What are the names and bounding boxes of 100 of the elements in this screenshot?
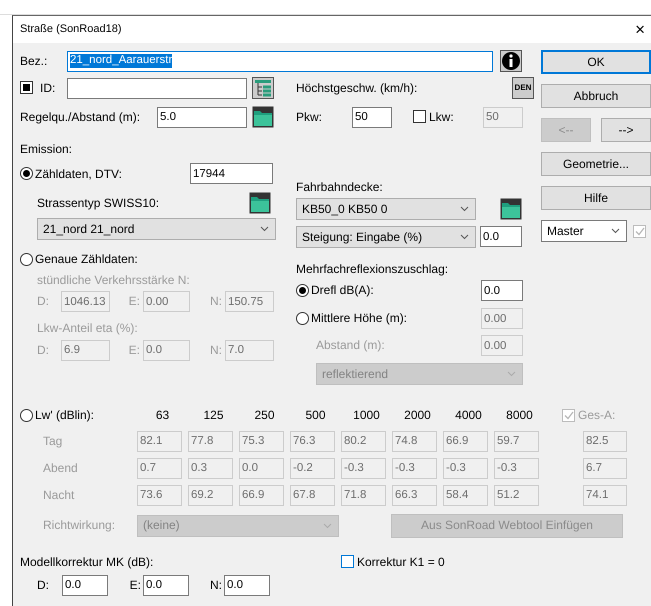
window-title: Straße (SonRoad18) bbox=[20, 22, 122, 36]
input-field[interactable]: 0.0 bbox=[62, 574, 108, 596]
field-label: E: bbox=[128, 342, 141, 358]
caret-icon bbox=[260, 226, 269, 232]
field-label: N: bbox=[209, 294, 223, 309]
table-cell: 0.0 bbox=[239, 458, 284, 479]
table-cell: 6.7 bbox=[583, 458, 627, 479]
field-label: D: bbox=[37, 294, 50, 309]
field-label: Strassentyp SWISS10: bbox=[37, 196, 160, 211]
checkbox[interactable] bbox=[20, 81, 33, 94]
field-label: N: bbox=[209, 342, 223, 358]
field-label: Drefl dB(A): bbox=[311, 283, 374, 298]
radio-button[interactable] bbox=[20, 167, 33, 180]
table-cell: 0.3 bbox=[188, 458, 233, 479]
section-label: Emission: bbox=[20, 142, 74, 156]
dropdown[interactable]: Steigung: Eingabe (%) bbox=[296, 226, 476, 248]
dialog-button[interactable]: Abbruch bbox=[541, 84, 651, 108]
dropdown[interactable]: 21_nord 21_nord bbox=[37, 218, 276, 240]
field-label: D: bbox=[37, 342, 50, 358]
field-label: Zähldaten, DTV: bbox=[35, 166, 122, 182]
table-cell: -0.3 bbox=[392, 458, 437, 479]
table-cell: 80.2 bbox=[341, 430, 386, 452]
tree-list-icon[interactable] bbox=[252, 77, 274, 99]
column-header: 63 bbox=[154, 408, 170, 423]
column-header: 2000 bbox=[403, 408, 432, 423]
field-label: Pkw: bbox=[296, 110, 324, 124]
info-icon[interactable] bbox=[500, 50, 522, 72]
table-cell: 59.7 bbox=[494, 430, 539, 452]
column-header: 4000 bbox=[454, 408, 483, 423]
table-cell: 71.8 bbox=[341, 484, 386, 506]
table-cell: 73.6 bbox=[137, 484, 182, 506]
caret-icon bbox=[611, 228, 620, 234]
table-cell: 66.9 bbox=[239, 484, 284, 506]
dialog-button[interactable]: OK bbox=[541, 50, 651, 74]
table-cell: 74.8 bbox=[392, 430, 437, 452]
id-field[interactable] bbox=[67, 78, 247, 98]
dialog-button[interactable]: Hilfe bbox=[541, 186, 651, 210]
input-field[interactable]: 0.0 bbox=[143, 574, 189, 596]
column-header: 1000 bbox=[352, 408, 381, 423]
den-button[interactable]: DEN bbox=[512, 77, 534, 99]
table-cell: 77.8 bbox=[188, 430, 233, 452]
field-label: Lkw-Anteil eta (%): bbox=[37, 321, 139, 336]
dropdown[interactable]: KB50_0 KB50 0 bbox=[296, 198, 476, 220]
input-field[interactable]: 5.0 bbox=[157, 106, 247, 128]
field-label: Abstand (m): bbox=[316, 338, 385, 353]
table-cell: -0.2 bbox=[290, 458, 335, 479]
table-cell: 0.7 bbox=[137, 458, 182, 479]
field-label: N: bbox=[209, 578, 223, 593]
field-label: ID: bbox=[40, 80, 56, 96]
table-cell: -0.3 bbox=[494, 458, 539, 479]
field-label: E: bbox=[128, 578, 142, 593]
caret-icon bbox=[323, 522, 332, 529]
table-cell: 76.3 bbox=[290, 430, 335, 452]
field-label: Höchstgeschw. (km/h): bbox=[296, 80, 418, 96]
dialog-button[interactable]: Geometrie... bbox=[541, 152, 651, 176]
table-cell: 74.1 bbox=[583, 484, 627, 506]
input-field[interactable]: 0.0 bbox=[480, 226, 522, 248]
section-label: Modellkorrektur MK (dB): bbox=[20, 554, 154, 569]
caret-icon bbox=[507, 371, 516, 378]
field-label: Korrektur K1 = 0 bbox=[357, 554, 445, 569]
column-header: 125 bbox=[202, 408, 225, 423]
table-cell: 82.1 bbox=[137, 430, 182, 452]
row-label: Tag bbox=[42, 434, 64, 448]
table-cell: 66.9 bbox=[443, 430, 488, 452]
close-button[interactable]: × bbox=[635, 21, 645, 38]
folder-icon[interactable] bbox=[249, 192, 271, 214]
table-cell: 67.8 bbox=[290, 484, 335, 506]
field-label: Lw' (dBlin): bbox=[35, 408, 94, 423]
caret-icon bbox=[460, 206, 469, 212]
field-label: Mehrfachreflexionszuschlag: bbox=[296, 262, 450, 276]
column-header: 8000 bbox=[505, 408, 534, 423]
field-label: Mittlere Höhe (m): bbox=[311, 311, 408, 326]
input-field[interactable]: 50 bbox=[352, 106, 392, 128]
row-label: Nacht bbox=[42, 488, 76, 502]
checkbox[interactable] bbox=[341, 555, 354, 568]
dialog-button[interactable]: --> bbox=[601, 118, 651, 142]
field-label: Ges-A: bbox=[578, 408, 616, 423]
field-label: Genaue Zähldaten: bbox=[35, 252, 138, 267]
caret-icon bbox=[460, 234, 469, 240]
field-label: Bez.: bbox=[20, 54, 48, 68]
name-field[interactable]: 21_nord_Aarauerstr bbox=[67, 50, 493, 72]
field-label: D: bbox=[37, 578, 50, 593]
table-cell: 82.5 bbox=[583, 430, 627, 452]
table-cell: 58.4 bbox=[443, 484, 488, 506]
table-cell: 51.2 bbox=[494, 484, 539, 506]
folder-icon[interactable] bbox=[500, 198, 522, 220]
column-header: 500 bbox=[304, 408, 327, 423]
field-label: stündliche Verkehrsstärke N: bbox=[37, 272, 191, 288]
input-field[interactable]: 17944 bbox=[190, 163, 273, 184]
field-label: E: bbox=[128, 294, 141, 309]
table-cell: 69.2 bbox=[188, 484, 233, 506]
table-cell: -0.3 bbox=[341, 458, 386, 479]
table-cell: -0.3 bbox=[443, 458, 488, 479]
input-field[interactable]: 0.0 bbox=[224, 574, 270, 596]
field-label: Fahrbahndecke: bbox=[296, 180, 384, 195]
field-label: Regelqu./Abstand (m): bbox=[20, 110, 142, 124]
table-cell: 75.3 bbox=[239, 430, 284, 452]
field-label: Lkw: bbox=[429, 110, 454, 124]
row-label: Abend bbox=[42, 460, 79, 476]
folder-icon[interactable] bbox=[252, 106, 274, 128]
